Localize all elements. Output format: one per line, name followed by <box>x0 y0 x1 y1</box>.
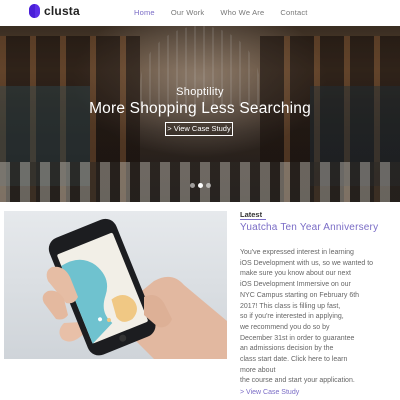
nav-who-we-are[interactable]: Who We Are <box>220 8 264 17</box>
feature-image <box>4 211 227 359</box>
latest-underline <box>240 219 266 220</box>
hero-title: More Shopping Less Searching <box>89 100 311 117</box>
phone-in-hand-illustration <box>42 218 227 359</box>
hero-eyebrow: Shoptility <box>176 86 224 98</box>
nav-contact[interactable]: Contact <box>280 8 307 17</box>
article-title[interactable]: Yuatcha Ten Year Anniversery <box>240 222 378 233</box>
brand-name: clusta <box>44 4 80 18</box>
slider-dots <box>0 183 400 188</box>
slider-dot-2[interactable] <box>197 183 203 188</box>
logo[interactable]: clusta <box>29 4 80 18</box>
article-body: You've expressed interest in learning iO… <box>240 249 374 385</box>
slider-dot-1[interactable] <box>189 183 195 188</box>
nav-our-work[interactable]: Our Work <box>171 8 205 17</box>
latest-label: Latest <box>240 210 263 219</box>
article-view-case-study-link[interactable]: > View Case Study <box>240 389 299 396</box>
view-case-study-button[interactable]: > View Case Study <box>165 122 233 136</box>
logo-icon <box>29 4 40 18</box>
slider-dot-3[interactable] <box>205 183 211 188</box>
hero-slider: Shoptility More Shopping Less Searching … <box>0 26 400 202</box>
site-header: clusta Home Our Work Who We Are Contact <box>0 0 400 26</box>
nav-home[interactable]: Home <box>134 8 155 17</box>
main-nav: Home Our Work Who We Are Contact <box>134 8 324 17</box>
